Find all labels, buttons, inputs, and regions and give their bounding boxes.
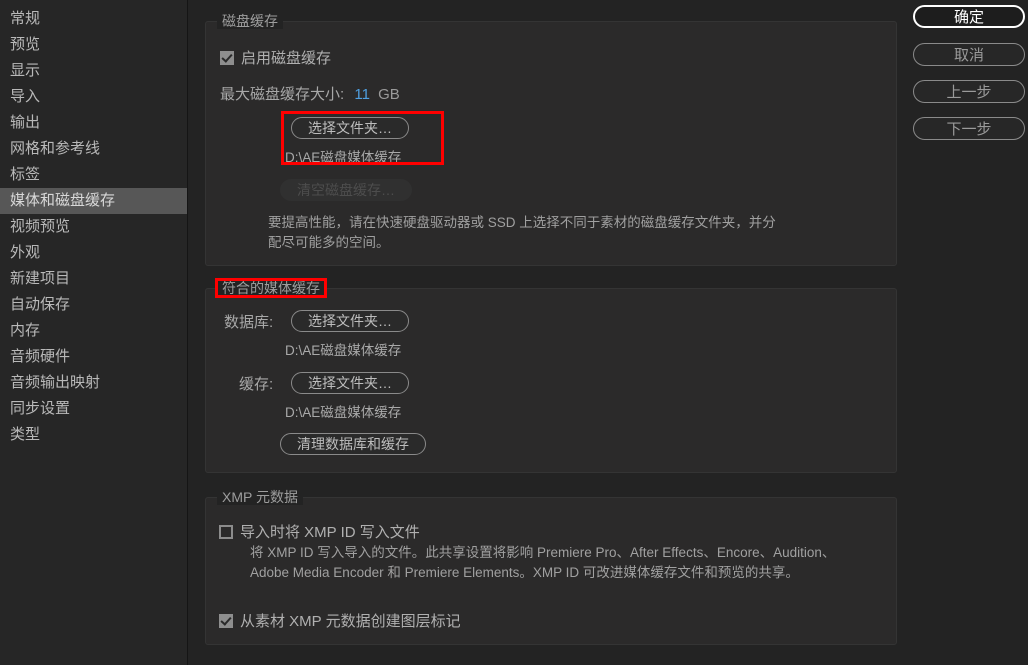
write-xmp-id-checkbox[interactable] <box>219 524 233 539</box>
write-xmp-id-label: 导入时将 XMP ID 写入文件 <box>240 524 420 541</box>
ok-button[interactable]: 确定 <box>913 5 1025 28</box>
sidebar-item-label: 自动保存 <box>10 296 71 313</box>
media-cache-database-label: 数据库: <box>224 314 274 331</box>
max-disk-cache-size-value[interactable]: 11 <box>348 86 370 103</box>
sidebar-item-label: 同步设置 <box>10 400 71 417</box>
xmp-description-line2: Adobe Media Encoder 和 Premiere Elements。… <box>250 565 799 580</box>
sidebar-item-previews[interactable]: 预览 <box>0 32 187 58</box>
sidebar-item-label: 输出 <box>10 114 41 131</box>
sidebar-item-appearance[interactable]: 外观 <box>0 240 187 266</box>
enable-disk-cache-row[interactable]: 启用磁盘缓存 <box>220 47 331 68</box>
sidebar-item-labels[interactable]: 标签 <box>0 162 187 188</box>
sidebar-item-media-disk-cache[interactable]: 媒体和磁盘缓存 <box>0 188 187 214</box>
sidebar-item-display[interactable]: 显示 <box>0 58 187 84</box>
sidebar-item-label: 预览 <box>10 36 41 53</box>
sidebar-item-type[interactable]: 类型 <box>0 422 187 448</box>
previous-button[interactable]: 上一步 <box>913 80 1025 103</box>
max-disk-cache-size-row: 最大磁盘缓存大小: 11 GB <box>220 83 400 104</box>
sidebar-item-output[interactable]: 输出 <box>0 110 187 136</box>
preferences-dialog: 常规 预览 显示 导入 输出 网格和参考线 标签 媒体和磁盘缓存 视频预览 外观… <box>0 0 1028 665</box>
media-cache-cache-path: D:\AE磁盘媒体缓存 <box>285 405 402 420</box>
sidebar-item-new-project[interactable]: 新建项目 <box>0 266 187 292</box>
xmp-metadata-group: XMP 元数据 导入时将 XMP ID 写入文件 将 XMP ID 写入导入的文… <box>205 489 897 645</box>
disk-cache-folder-path: D:\AE磁盘媒体缓存 <box>285 150 402 165</box>
write-xmp-id-row[interactable]: 导入时将 XMP ID 写入文件 <box>219 521 420 542</box>
sidebar-item-grids-guides[interactable]: 网格和参考线 <box>0 136 187 162</box>
media-cache-group-title: 符合的媒体缓存 <box>215 278 327 298</box>
max-disk-cache-size-unit: GB <box>378 86 400 103</box>
sidebar-item-import[interactable]: 导入 <box>0 84 187 110</box>
disk-cache-choose-folder-button[interactable]: 选择文件夹… <box>291 117 409 139</box>
sidebar-item-label: 媒体和磁盘缓存 <box>10 192 116 209</box>
disk-cache-group-title: 磁盘缓存 <box>217 13 283 29</box>
sidebar-item-label: 常规 <box>10 10 41 27</box>
sidebar-item-label: 标签 <box>10 166 41 183</box>
sidebar-item-general[interactable]: 常规 <box>0 6 187 32</box>
sidebar-item-auto-save[interactable]: 自动保存 <box>0 292 187 318</box>
enable-disk-cache-checkbox[interactable] <box>220 50 234 65</box>
sidebar-item-label: 音频硬件 <box>10 348 71 365</box>
sidebar-item-label: 显示 <box>10 62 41 79</box>
sidebar-item-label: 新建项目 <box>10 270 71 287</box>
sidebar-item-audio-hardware[interactable]: 音频硬件 <box>0 344 187 370</box>
xmp-description: 将 XMP ID 写入导入的文件。此共享设置将影响 Premiere Pro、A… <box>250 543 890 583</box>
sidebar-item-label: 内存 <box>10 322 41 339</box>
sidebar-item-memory[interactable]: 内存 <box>0 318 187 344</box>
sidebar-item-label: 类型 <box>10 426 41 443</box>
sidebar-item-label: 导入 <box>10 88 41 105</box>
media-cache-cache-choose-folder-button[interactable]: 选择文件夹… <box>291 372 409 394</box>
sidebar-item-sync-settings[interactable]: 同步设置 <box>0 396 187 422</box>
create-layer-markers-checkbox[interactable] <box>219 613 233 628</box>
preferences-content-pane: 磁盘缓存 启用磁盘缓存 最大磁盘缓存大小: 11 GB 选择文件夹… D:\AE… <box>188 0 900 665</box>
disk-cache-group: 磁盘缓存 启用磁盘缓存 最大磁盘缓存大小: 11 GB 选择文件夹… D:\AE… <box>205 13 897 266</box>
max-disk-cache-size-label: 最大磁盘缓存大小: <box>220 86 345 103</box>
disk-cache-description: 要提高性能，请在快速硬盘驱动器或 SSD 上选择不同于素材的磁盘缓存文件夹，并分… <box>268 213 878 253</box>
sidebar-item-audio-output-mapping[interactable]: 音频输出映射 <box>0 370 187 396</box>
media-cache-group: 符合的媒体缓存 数据库: 选择文件夹… D:\AE磁盘媒体缓存 缓存: 选择文件… <box>205 278 897 473</box>
xmp-description-line1: 将 XMP ID 写入导入的文件。此共享设置将影响 Premiere Pro、A… <box>250 545 836 560</box>
clean-database-and-cache-button[interactable]: 清理数据库和缓存 <box>280 433 426 455</box>
media-cache-database-choose-folder-button[interactable]: 选择文件夹… <box>291 310 409 332</box>
sidebar-item-video-preview[interactable]: 视频预览 <box>0 214 187 240</box>
xmp-metadata-group-title: XMP 元数据 <box>217 489 303 505</box>
media-cache-cache-label: 缓存: <box>239 376 274 393</box>
sidebar-item-label: 网格和参考线 <box>10 140 101 157</box>
media-cache-database-path: D:\AE磁盘媒体缓存 <box>285 343 402 358</box>
create-layer-markers-row[interactable]: 从素材 XMP 元数据创建图层标记 <box>219 610 461 631</box>
enable-disk-cache-label: 启用磁盘缓存 <box>241 50 332 67</box>
sidebar-item-label: 音频输出映射 <box>10 374 101 391</box>
dialog-action-buttons: 确定 取消 上一步 下一步 <box>900 0 1028 665</box>
disk-cache-description-line1: 要提高性能，请在快速硬盘驱动器或 SSD 上选择不同于素材的磁盘缓存文件夹，并分 <box>268 215 776 230</box>
sidebar-item-label: 视频预览 <box>10 218 71 235</box>
preferences-category-list[interactable]: 常规 预览 显示 导入 输出 网格和参考线 标签 媒体和磁盘缓存 视频预览 外观… <box>0 0 188 665</box>
disk-cache-description-line2: 配尽可能多的空间。 <box>268 235 390 250</box>
empty-disk-cache-button: 清空磁盘缓存… <box>280 179 412 201</box>
sidebar-item-label: 外观 <box>10 244 41 261</box>
create-layer-markers-label: 从素材 XMP 元数据创建图层标记 <box>240 613 461 630</box>
next-button[interactable]: 下一步 <box>913 117 1025 140</box>
cancel-button[interactable]: 取消 <box>913 43 1025 66</box>
